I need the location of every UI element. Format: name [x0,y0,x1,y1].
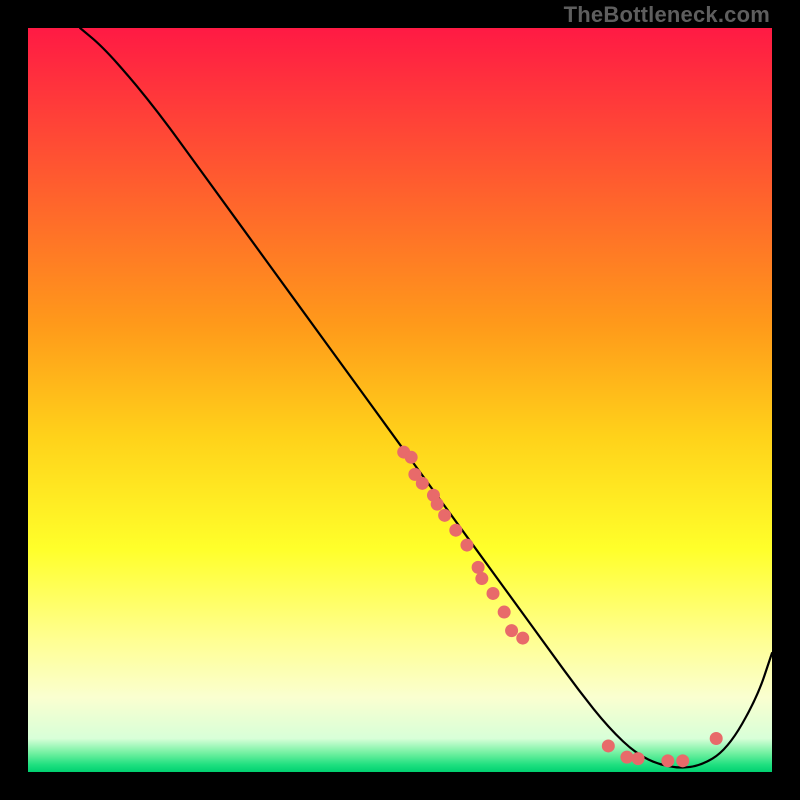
benchmark-point [405,451,418,464]
benchmark-point [475,572,488,585]
benchmark-point [472,561,485,574]
benchmark-point [632,752,645,765]
benchmark-point [661,754,674,767]
benchmark-point [431,498,444,511]
chart-background [28,28,772,772]
benchmark-point [460,539,473,552]
benchmark-point [416,477,429,490]
benchmark-point [620,751,633,764]
watermark-text: TheBottleneck.com [564,2,770,28]
benchmark-point [505,624,518,637]
benchmark-point [438,509,451,522]
benchmark-point [487,587,500,600]
benchmark-point [676,754,689,767]
benchmark-point [516,632,529,645]
benchmark-point [602,739,615,752]
bottleneck-chart [28,28,772,772]
chart-frame [28,28,772,772]
benchmark-point [710,732,723,745]
benchmark-point [449,524,462,537]
benchmark-point [498,606,511,619]
